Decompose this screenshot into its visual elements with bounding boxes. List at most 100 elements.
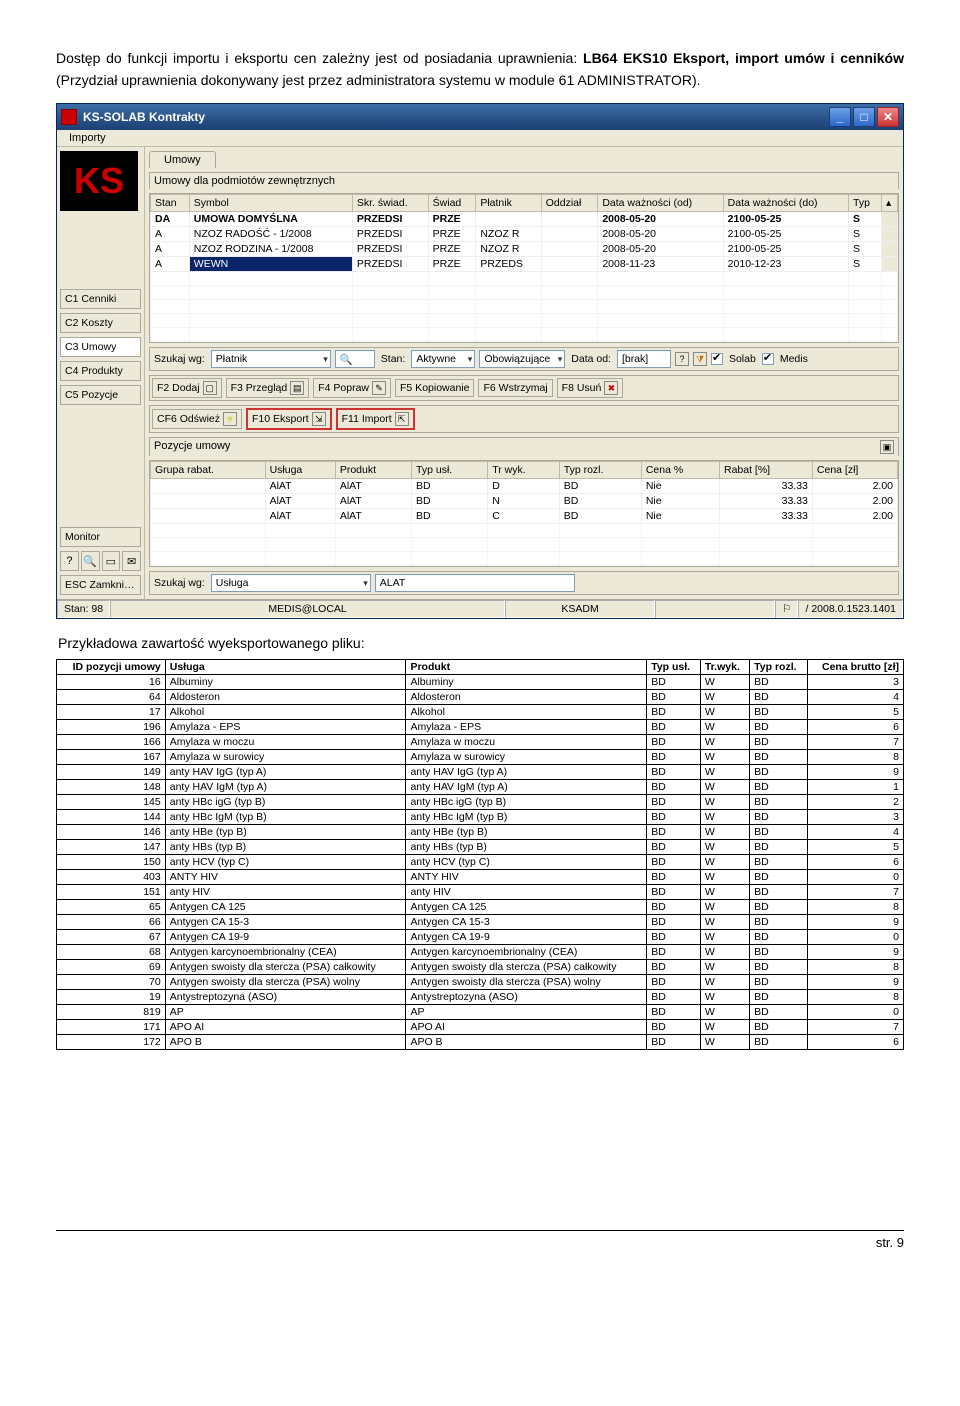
collapse-icon[interactable]: ▣	[880, 440, 894, 454]
table-row[interactable]: DAUMOWA DOMYŚLNAPRZEDSIPRZE2008-05-20210…	[151, 212, 898, 227]
maximize-button[interactable]: □	[853, 107, 875, 127]
refresh-icon: ✳	[223, 412, 237, 426]
f5-kopiowanie-button[interactable]: F5 Kopiowanie	[395, 379, 474, 397]
col-header[interactable]: Tr wyk.	[488, 462, 560, 479]
col-header[interactable]: Typ	[849, 195, 882, 212]
scroll-col[interactable]: ▴	[882, 195, 898, 212]
col-header[interactable]: Cena %	[641, 462, 719, 479]
minimize-button[interactable]: _	[829, 107, 851, 127]
sidebar-item-cenniki[interactable]: C1 Cenniki	[60, 289, 141, 309]
titlebar: KS-SOLAB Kontrakty _ □ ✕	[57, 104, 903, 130]
f3-przeglad-button[interactable]: F3 Przegląd▤	[226, 378, 310, 398]
window-title: KS-SOLAB Kontrakty	[83, 110, 829, 124]
card-icon[interactable]: ▭	[102, 551, 121, 571]
dataod-label: Data od:	[569, 353, 613, 365]
table-row: 16AlbuminyAlbuminyBDWBD3	[57, 675, 904, 690]
app-icon	[61, 109, 77, 125]
search2-by-combo[interactable]: Usługa	[211, 574, 371, 592]
sidebar-item-produkty[interactable]: C4 Produkty	[60, 361, 141, 381]
col-header[interactable]: Produkt	[335, 462, 411, 479]
filter-bar-2: Szukaj wg: Usługa ALAT	[149, 571, 899, 595]
cf6-odswiez-button[interactable]: CF6 Odśwież✳	[152, 409, 242, 429]
table-row[interactable]: AlATAlATBDDBDNie33.332.00	[151, 479, 898, 494]
f11-import-button[interactable]: F11 Import⇱	[336, 408, 415, 430]
table-row: 171APO AIAPO AIBDWBD7	[57, 1020, 904, 1035]
col-header: Usługa	[165, 660, 406, 675]
col-header[interactable]: Skr. świad.	[352, 195, 428, 212]
stan-label: Stan:	[379, 353, 408, 365]
stan-combo[interactable]: Aktywne	[411, 350, 475, 368]
table-row[interactable]: ANZOZ RADOŚĆ - 1/2008PRZEDSIPRZENZOZ R20…	[151, 227, 898, 242]
help-small-icon[interactable]: ?	[675, 352, 689, 366]
search-by-combo[interactable]: Płatnik	[211, 350, 331, 368]
table-row	[151, 538, 898, 552]
col-header[interactable]: Usługa	[265, 462, 335, 479]
status-flag-icon[interactable]: ⚐	[775, 600, 798, 618]
table-row	[151, 272, 898, 286]
table-row[interactable]: AlATAlATBDCBDNie33.332.00	[151, 509, 898, 524]
table-row: 17AlkoholAlkoholBDWBD5	[57, 705, 904, 720]
table-row: 69Antygen swoisty dla stercza (PSA) całk…	[57, 960, 904, 975]
f4-popraw-button[interactable]: F4 Popraw✎	[313, 378, 391, 398]
medis-checkbox[interactable]	[762, 353, 774, 365]
esc-close-button[interactable]: ESC Zamknij ✕	[60, 575, 141, 595]
col-header[interactable]: Data ważności (do)	[723, 195, 848, 212]
close-button[interactable]: ✕	[877, 107, 899, 127]
col-header: Typ rozl.	[750, 660, 808, 675]
status-user: MEDIS@LOCAL	[110, 600, 505, 618]
filter-icon[interactable]: ⧩	[693, 352, 707, 366]
f8-usun-button[interactable]: F8 Usuń✖	[557, 378, 624, 398]
intro-text: Dostęp do funkcji importu i eksportu cen…	[56, 48, 904, 91]
col-header: Cena brutto [zł]	[807, 660, 903, 675]
sidebar-item-koszty[interactable]: C2 Koszty	[60, 313, 141, 333]
sidebar: KS C1 Cenniki C2 Koszty C3 Umowy C4 Prod…	[57, 147, 145, 599]
table-row	[151, 314, 898, 328]
solab-checkbox[interactable]	[711, 353, 723, 365]
menu-importy[interactable]: Importy	[63, 130, 112, 146]
export-table: ID pozycji umowyUsługaProduktTyp usł.Tr.…	[56, 659, 904, 1050]
sidebar-monitor[interactable]: Monitor	[60, 527, 141, 547]
pozycje-grid[interactable]: Grupa rabat.UsługaProduktTyp usł.Tr wyk.…	[149, 460, 899, 567]
sidebar-item-umowy[interactable]: C3 Umowy	[60, 337, 141, 357]
col-header[interactable]: Świad	[428, 195, 476, 212]
table-row: 166Amylaza w moczuAmylaza w moczuBDWBD7	[57, 735, 904, 750]
table-row: 403ANTY HIVANTY HIVBDWBD0	[57, 870, 904, 885]
search-icon[interactable]: 🔍	[81, 551, 100, 571]
obow-combo[interactable]: Obowiązujące	[479, 350, 565, 368]
sidebar-item-pozycje[interactable]: C5 Pozycje	[60, 385, 141, 405]
col-header[interactable]: Grupa rabat.	[151, 462, 266, 479]
f6-wstrzymaj-button[interactable]: F6 Wstrzymaj	[478, 379, 552, 397]
tab-umowy[interactable]: Umowy	[149, 151, 216, 168]
table-row: 149anty HAV IgG (typ A)anty HAV IgG (typ…	[57, 765, 904, 780]
intro-pre: Dostęp do funkcji importu i eksportu cen…	[56, 50, 583, 66]
search-text[interactable]: 🔍	[335, 350, 375, 368]
col-header[interactable]: Rabat [%]	[719, 462, 812, 479]
table-row[interactable]: AlATAlATBDNBDNie33.332.00	[151, 494, 898, 509]
f2-dodaj-button[interactable]: F2 Dodaj▢	[152, 378, 222, 398]
table-row: 151anty HIVanty HIVBDWBD7	[57, 885, 904, 900]
umowy-grid[interactable]: StanSymbolSkr. świad.ŚwiadPłatnikOddział…	[149, 193, 899, 343]
table-row: 147anty HBs (typ B)anty HBs (typ B)BDWBD…	[57, 840, 904, 855]
table-row	[151, 300, 898, 314]
col-header[interactable]: Typ usł.	[412, 462, 488, 479]
col-header[interactable]: Symbol	[189, 195, 352, 212]
status-empty	[655, 600, 775, 618]
col-header[interactable]: Płatnik	[476, 195, 541, 212]
mail-icon[interactable]: ✉	[122, 551, 141, 571]
table-row	[151, 286, 898, 300]
col-header[interactable]: Data ważności (od)	[598, 195, 723, 212]
table-row[interactable]: ANZOZ RODZINA - 1/2008PRZEDSIPRZENZOZ R2…	[151, 242, 898, 257]
col-header[interactable]: Typ rozl.	[559, 462, 641, 479]
status-bar: Stan: 98 MEDIS@LOCAL KSADM ⚐ / 2008.0.15…	[57, 599, 903, 618]
table-row	[151, 524, 898, 538]
search2-text[interactable]: ALAT	[375, 574, 575, 592]
table-row: 146anty HBe (typ B)anty HBe (typ B)BDWBD…	[57, 825, 904, 840]
col-header[interactable]: Stan	[151, 195, 190, 212]
col-header[interactable]: Cena [zł]	[812, 462, 897, 479]
col-header[interactable]: Oddział	[541, 195, 598, 212]
table-row[interactable]: AWEWNPRZEDSIPRZEPRZEDS2008-11-232010-12-…	[151, 257, 898, 272]
dataod-input[interactable]: [brak]	[617, 350, 671, 368]
help-icon[interactable]: ?	[60, 551, 79, 571]
table-row: 70Antygen swoisty dla stercza (PSA) woln…	[57, 975, 904, 990]
f10-eksport-button[interactable]: F10 Eksport⇲	[246, 408, 332, 430]
